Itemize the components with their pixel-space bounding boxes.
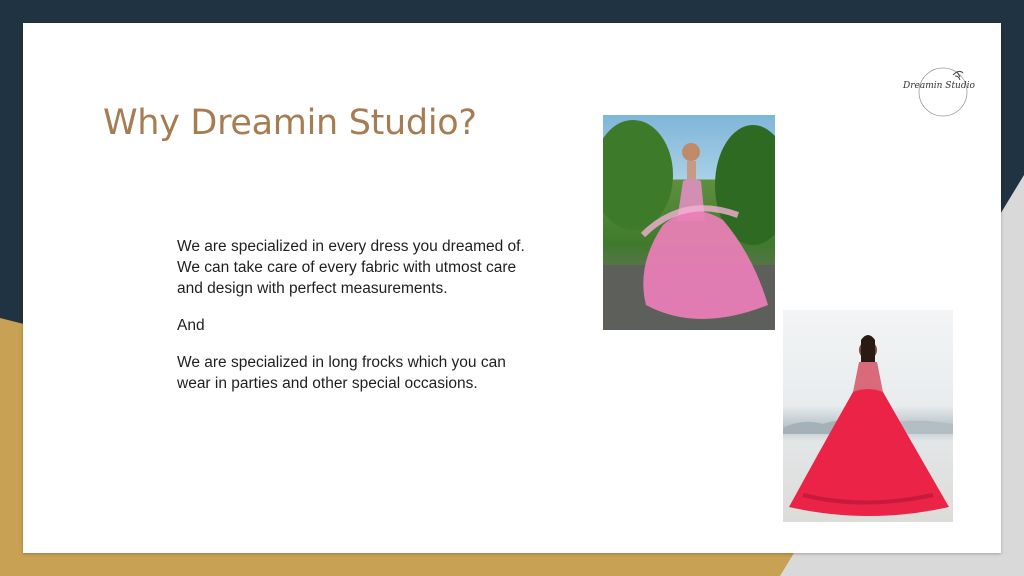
pink-gown-illustration [603,120,775,330]
paragraph-long-frocks: We are specialized in long frocks which … [177,354,506,392]
paragraph-specialization: We are specialized in every dress you dr… [177,238,525,297]
slide: Why Dreamin Studio? We are specialized i… [23,23,1001,553]
logo-text: Dreamin Studio [903,81,975,91]
slide-body: We are specialized in every dress you dr… [177,236,537,410]
paragraph-and: And [177,317,205,334]
red-gown-illustration [783,335,953,516]
photo-red-gown [783,310,953,522]
photo-pink-gown [603,115,775,330]
logo-circle-icon [918,67,968,117]
leaf-branch-icon [952,70,964,81]
brand-logo: Dreamin Studio [903,63,975,123]
slide-title: Why Dreamin Studio? [103,103,477,143]
